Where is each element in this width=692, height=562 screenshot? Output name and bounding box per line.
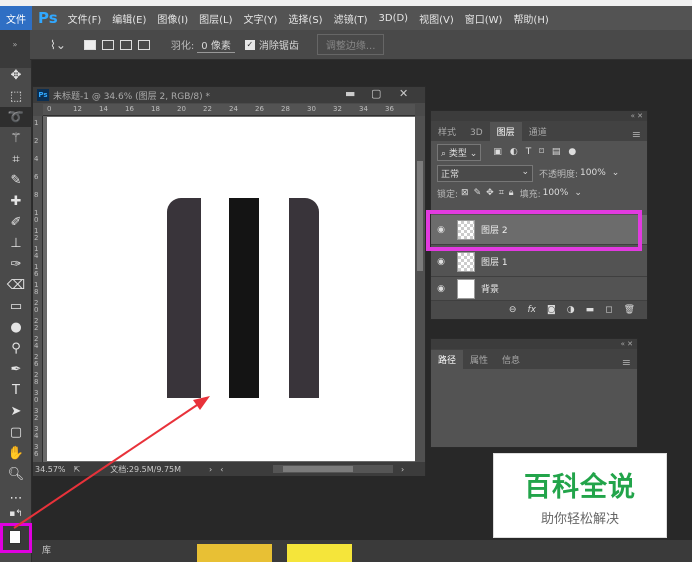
annotation-arrow xyxy=(13,396,210,529)
arrow-head xyxy=(193,396,210,410)
arrow-shaft xyxy=(13,402,201,529)
